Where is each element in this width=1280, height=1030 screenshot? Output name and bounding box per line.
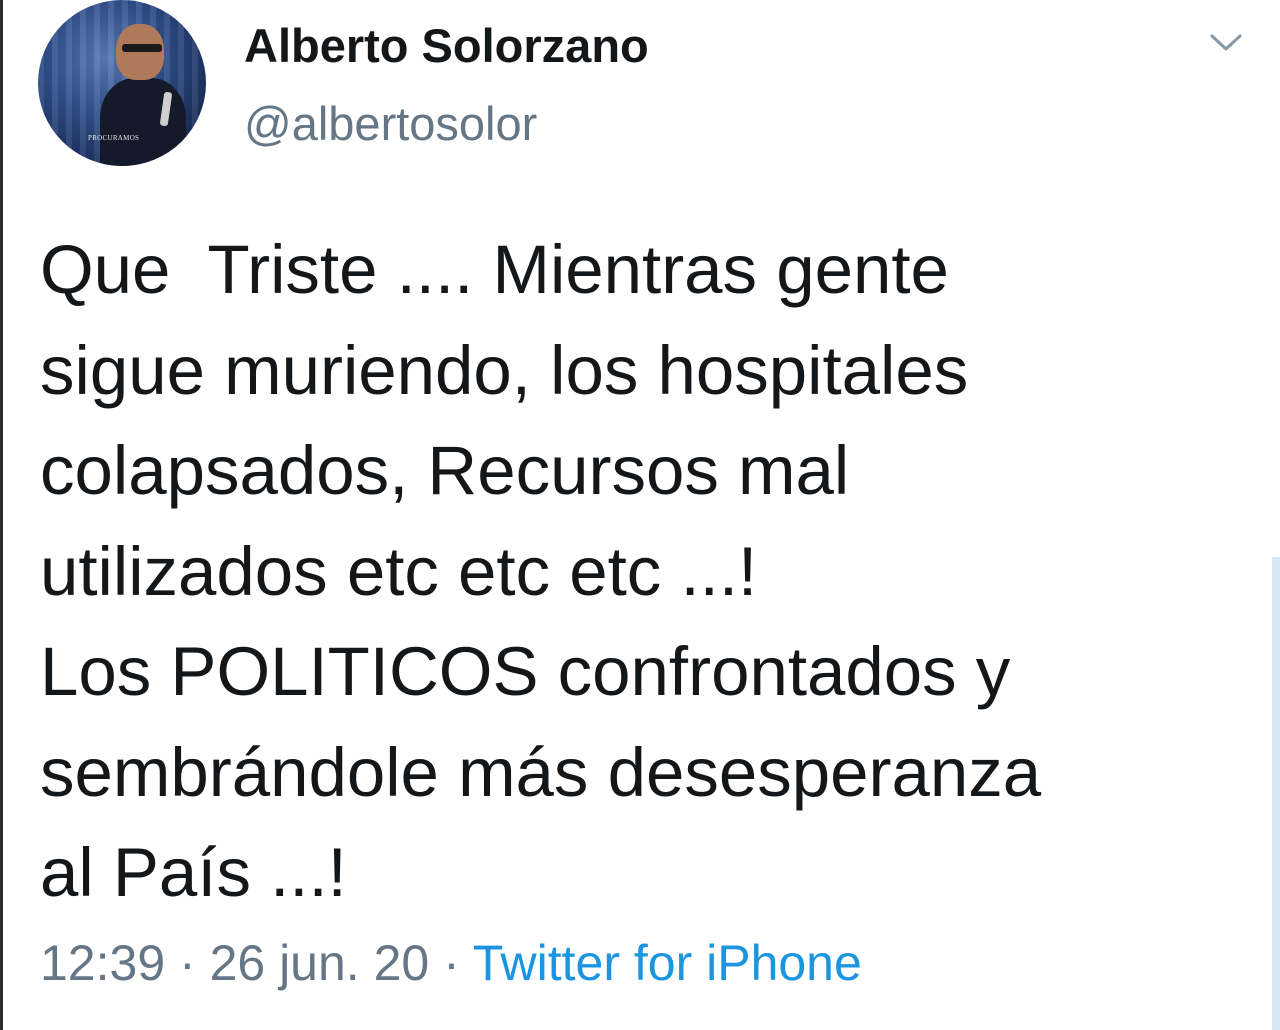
tweet-text: Que Triste .... Mientras gente sigue mur… [40, 220, 1240, 924]
avatar-person-head [116, 24, 164, 80]
tweet-line: sembrándole más desesperanza [40, 733, 1042, 811]
tweet-date[interactable]: 26 jun. 20 [210, 935, 430, 991]
meta-separator: · [429, 935, 473, 991]
tweet-card: PROCURAMOS Alberto Solorzano @albertosol… [0, 0, 1280, 1030]
tweet-line: sigue muriendo, los hospitales [40, 331, 969, 409]
tweet-line: utilizados etc etc etc ...! [40, 532, 758, 610]
author-handle[interactable]: @albertosolor [244, 96, 537, 151]
avatar-person-body [100, 78, 186, 166]
avatar[interactable]: PROCURAMOS [38, 0, 206, 166]
scrollbar[interactable] [1272, 557, 1280, 1030]
avatar-logo-text: PROCURAMOS [88, 134, 140, 142]
avatar-glasses [122, 44, 162, 52]
tweet-line: Que Triste .... Mientras gente [40, 231, 949, 308]
meta-separator: · [165, 935, 210, 991]
tweet-metadata: 12:39 · 26 jun. 20 · Twitter for iPhone [40, 934, 862, 992]
tweet-line: al País ...! [40, 834, 347, 911]
tweet-source-link[interactable]: Twitter for iPhone [473, 935, 862, 991]
author-display-name[interactable]: Alberto Solorzano [244, 18, 649, 73]
left-edge-divider [0, 0, 3, 1030]
tweet-line: colapsados, Recursos mal [40, 432, 850, 509]
tweet-line: Los POLITICOS confrontados y [40, 633, 1011, 710]
chevron-down-icon[interactable] [1208, 28, 1244, 56]
tweet-time[interactable]: 12:39 [40, 935, 165, 991]
